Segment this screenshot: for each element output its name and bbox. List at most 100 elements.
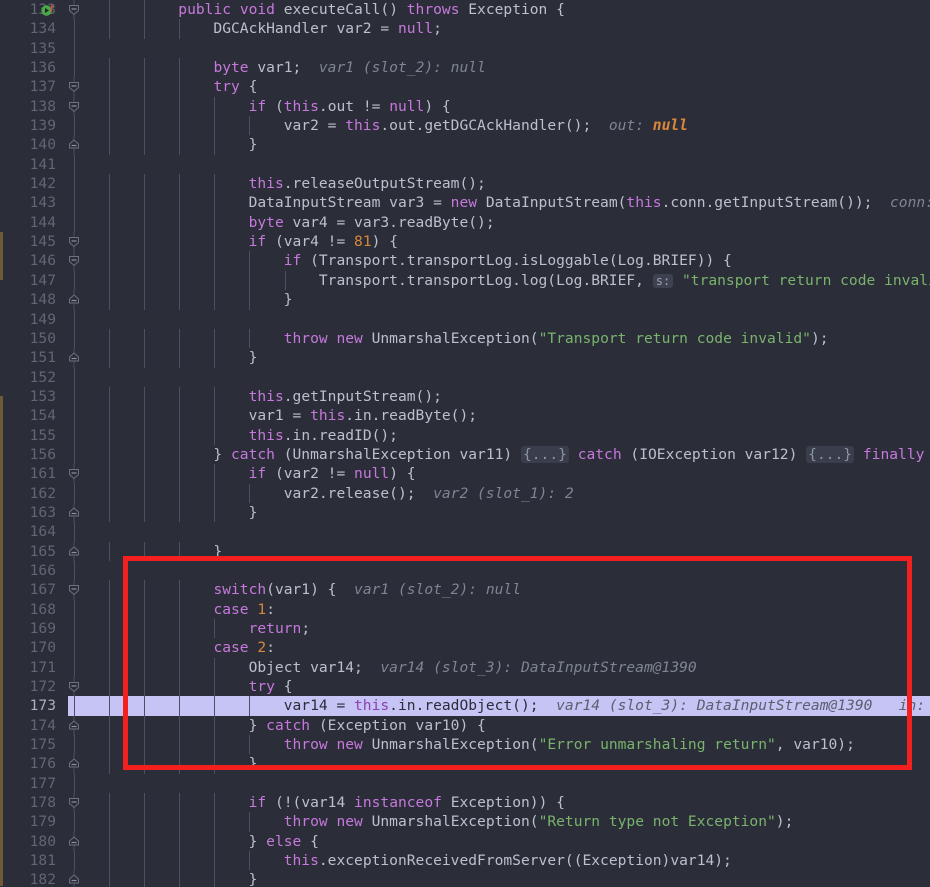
code-text: var1 = this.in.readByte(); bbox=[108, 406, 477, 425]
code-line[interactable]: 150 throw new UnmarshalException("Transp… bbox=[0, 328, 930, 349]
fold-end-icon[interactable] bbox=[64, 290, 84, 311]
fold-end-icon[interactable] bbox=[64, 870, 84, 887]
token-kw: case bbox=[213, 639, 249, 657]
code-line[interactable]: 174 } catch (Exception var10) { bbox=[0, 715, 930, 736]
code-line[interactable]: 148 } bbox=[0, 290, 930, 311]
token-txt: } bbox=[108, 716, 267, 734]
fold-start-icon[interactable] bbox=[64, 77, 84, 98]
fold-start-icon[interactable] bbox=[64, 793, 84, 814]
code-line[interactable]: 163 } bbox=[0, 502, 930, 523]
code-line[interactable]: 176 } bbox=[0, 754, 930, 775]
code-line[interactable]: 141 bbox=[0, 154, 930, 175]
line-number: 163 bbox=[29, 503, 56, 521]
code-line[interactable]: 169 return; bbox=[0, 619, 930, 639]
code-line[interactable]: 167 switch(var1) { var1 (slot_2): null bbox=[0, 580, 930, 601]
code-line[interactable]: 172 try { bbox=[0, 677, 930, 698]
line-number: 167 bbox=[29, 581, 56, 599]
code-line[interactable]: 180 } else { bbox=[0, 831, 930, 852]
code-line[interactable]: 153 this.getInputStream(); bbox=[0, 386, 930, 407]
code-line[interactable]: 161 if (var2 != null) { bbox=[0, 464, 930, 485]
fold-start-icon[interactable] bbox=[64, 251, 84, 272]
token-kw: null bbox=[389, 97, 425, 115]
fold-start-icon[interactable] bbox=[64, 677, 84, 698]
token-kw: this bbox=[248, 426, 284, 444]
code-line[interactable]: 154 var1 = this.in.readByte(); bbox=[0, 406, 930, 426]
code-editor[interactable]: 133 public void executeCall() throws Exc… bbox=[0, 0, 930, 887]
code-text: switch(var1) { var1 (slot_2): null bbox=[108, 580, 521, 599]
fold-start-icon[interactable] bbox=[64, 96, 84, 117]
code-text: this.exceptionReceivedFromServer((Except… bbox=[108, 851, 732, 870]
fold-end-icon[interactable] bbox=[64, 715, 84, 736]
code-text: this.getInputStream(); bbox=[108, 387, 442, 406]
line-number: 155 bbox=[29, 426, 56, 444]
fold-start-icon[interactable] bbox=[64, 464, 84, 485]
code-line[interactable]: 142 this.releaseOutputStream(); bbox=[0, 174, 930, 194]
code-line[interactable]: 177 bbox=[0, 773, 930, 794]
code-line[interactable]: 179 throw new UnmarshalException("Return… bbox=[0, 812, 930, 832]
line-number: 140 bbox=[29, 136, 56, 154]
token-txt: (var4 != bbox=[266, 233, 355, 251]
code-line[interactable]: 134 DGCAckHandler var2 = null; bbox=[0, 19, 930, 39]
code-line[interactable]: 182 } bbox=[0, 870, 930, 887]
token-txt: (UnmarshalException var11) bbox=[274, 445, 521, 463]
fold-spine-line bbox=[74, 212, 75, 233]
line-number: 174 bbox=[29, 716, 56, 734]
code-text: this.in.readID(); bbox=[108, 426, 398, 445]
fold-end-icon[interactable] bbox=[64, 502, 84, 523]
code-text: throw new UnmarshalException("Return typ… bbox=[108, 812, 794, 831]
code-line[interactable]: 156 } catch (UnmarshalException var11) {… bbox=[0, 444, 930, 465]
code-line[interactable]: 181 this.exceptionReceivedFromServer((Ex… bbox=[0, 851, 930, 871]
token-kw: public bbox=[178, 1, 232, 18]
fold-start-icon[interactable] bbox=[64, 0, 84, 20]
fold-spine-line bbox=[74, 773, 75, 794]
code-line[interactable]: 155 this.in.readID(); bbox=[0, 425, 930, 445]
code-line[interactable]: 175 throw new UnmarshalException("Error … bbox=[0, 735, 930, 755]
code-line[interactable]: 138 if (this.out != null) { bbox=[0, 96, 930, 117]
fold-end-icon[interactable] bbox=[64, 135, 84, 156]
fold-end-icon[interactable] bbox=[64, 541, 84, 562]
code-line[interactable]: 170 case 2: bbox=[0, 638, 930, 658]
code-line[interactable]: 133 public void executeCall() throws Exc… bbox=[0, 0, 930, 20]
token-kw: new bbox=[336, 813, 363, 831]
code-line[interactable]: 173 var14 = this.in.readObject(); var14 … bbox=[0, 696, 930, 716]
token-txt: DataInputStream( bbox=[477, 194, 627, 212]
code-line[interactable]: 140 } bbox=[0, 135, 930, 156]
code-line[interactable]: 147 Transport.transportLog.log(Log.BRIEF… bbox=[0, 270, 930, 291]
fold-spine-line bbox=[74, 174, 75, 194]
fold-end-icon[interactable] bbox=[64, 754, 84, 775]
code-line[interactable]: 151 } bbox=[0, 348, 930, 369]
code-line[interactable]: 145 if (var4 != 81) { bbox=[0, 232, 930, 253]
code-line[interactable]: 178 if (!(var14 instanceof Exception)) { bbox=[0, 793, 930, 814]
fold-spine-line bbox=[74, 328, 75, 349]
code-line[interactable]: 166 bbox=[0, 560, 930, 581]
fold-start-icon[interactable] bbox=[64, 580, 84, 601]
code-line[interactable]: 136 byte var1; var1 (slot_2): null bbox=[0, 58, 930, 78]
token-kw: byte bbox=[248, 213, 284, 231]
code-line[interactable]: 152 bbox=[0, 367, 930, 387]
code-line[interactable]: 137 try { bbox=[0, 77, 930, 98]
line-number: 169 bbox=[29, 620, 56, 637]
line-number: 161 bbox=[29, 465, 56, 483]
fold-start-icon[interactable] bbox=[64, 232, 84, 253]
code-text: } bbox=[108, 870, 258, 887]
code-line[interactable]: 162 var2.release(); var2 (slot_1): 2 bbox=[0, 483, 930, 503]
fold-end-icon[interactable] bbox=[64, 348, 84, 369]
code-line[interactable]: 144 byte var4 = var3.readByte(); bbox=[0, 212, 930, 233]
code-line[interactable]: 165 } bbox=[0, 541, 930, 562]
code-line[interactable]: 135 bbox=[0, 38, 930, 59]
code-line[interactable]: 164 bbox=[0, 522, 930, 542]
token-txt: Exception { bbox=[459, 1, 565, 18]
code-line[interactable]: 139 var2 = this.out.getDGCAckHandler(); … bbox=[0, 116, 930, 136]
code-line[interactable]: 146 if (Transport.transportLog.isLoggabl… bbox=[0, 251, 930, 272]
token-txt: .out.getDGCAckHandler(); bbox=[380, 117, 609, 135]
code-line[interactable]: 168 case 1: bbox=[0, 599, 930, 619]
code-line[interactable]: 149 bbox=[0, 309, 930, 329]
run-gutter-icon[interactable] bbox=[40, 3, 54, 17]
code-line[interactable]: 171 Object var14; var14 (slot_3): DataIn… bbox=[0, 657, 930, 678]
token-kw: finally bbox=[862, 445, 925, 463]
token-txt: (var2 != bbox=[266, 465, 355, 483]
fold-end-icon[interactable] bbox=[64, 831, 84, 852]
code-line[interactable]: 143 DataInputStream var3 = new DataInput… bbox=[0, 193, 930, 213]
token-txt: (!(var14 bbox=[266, 794, 355, 812]
